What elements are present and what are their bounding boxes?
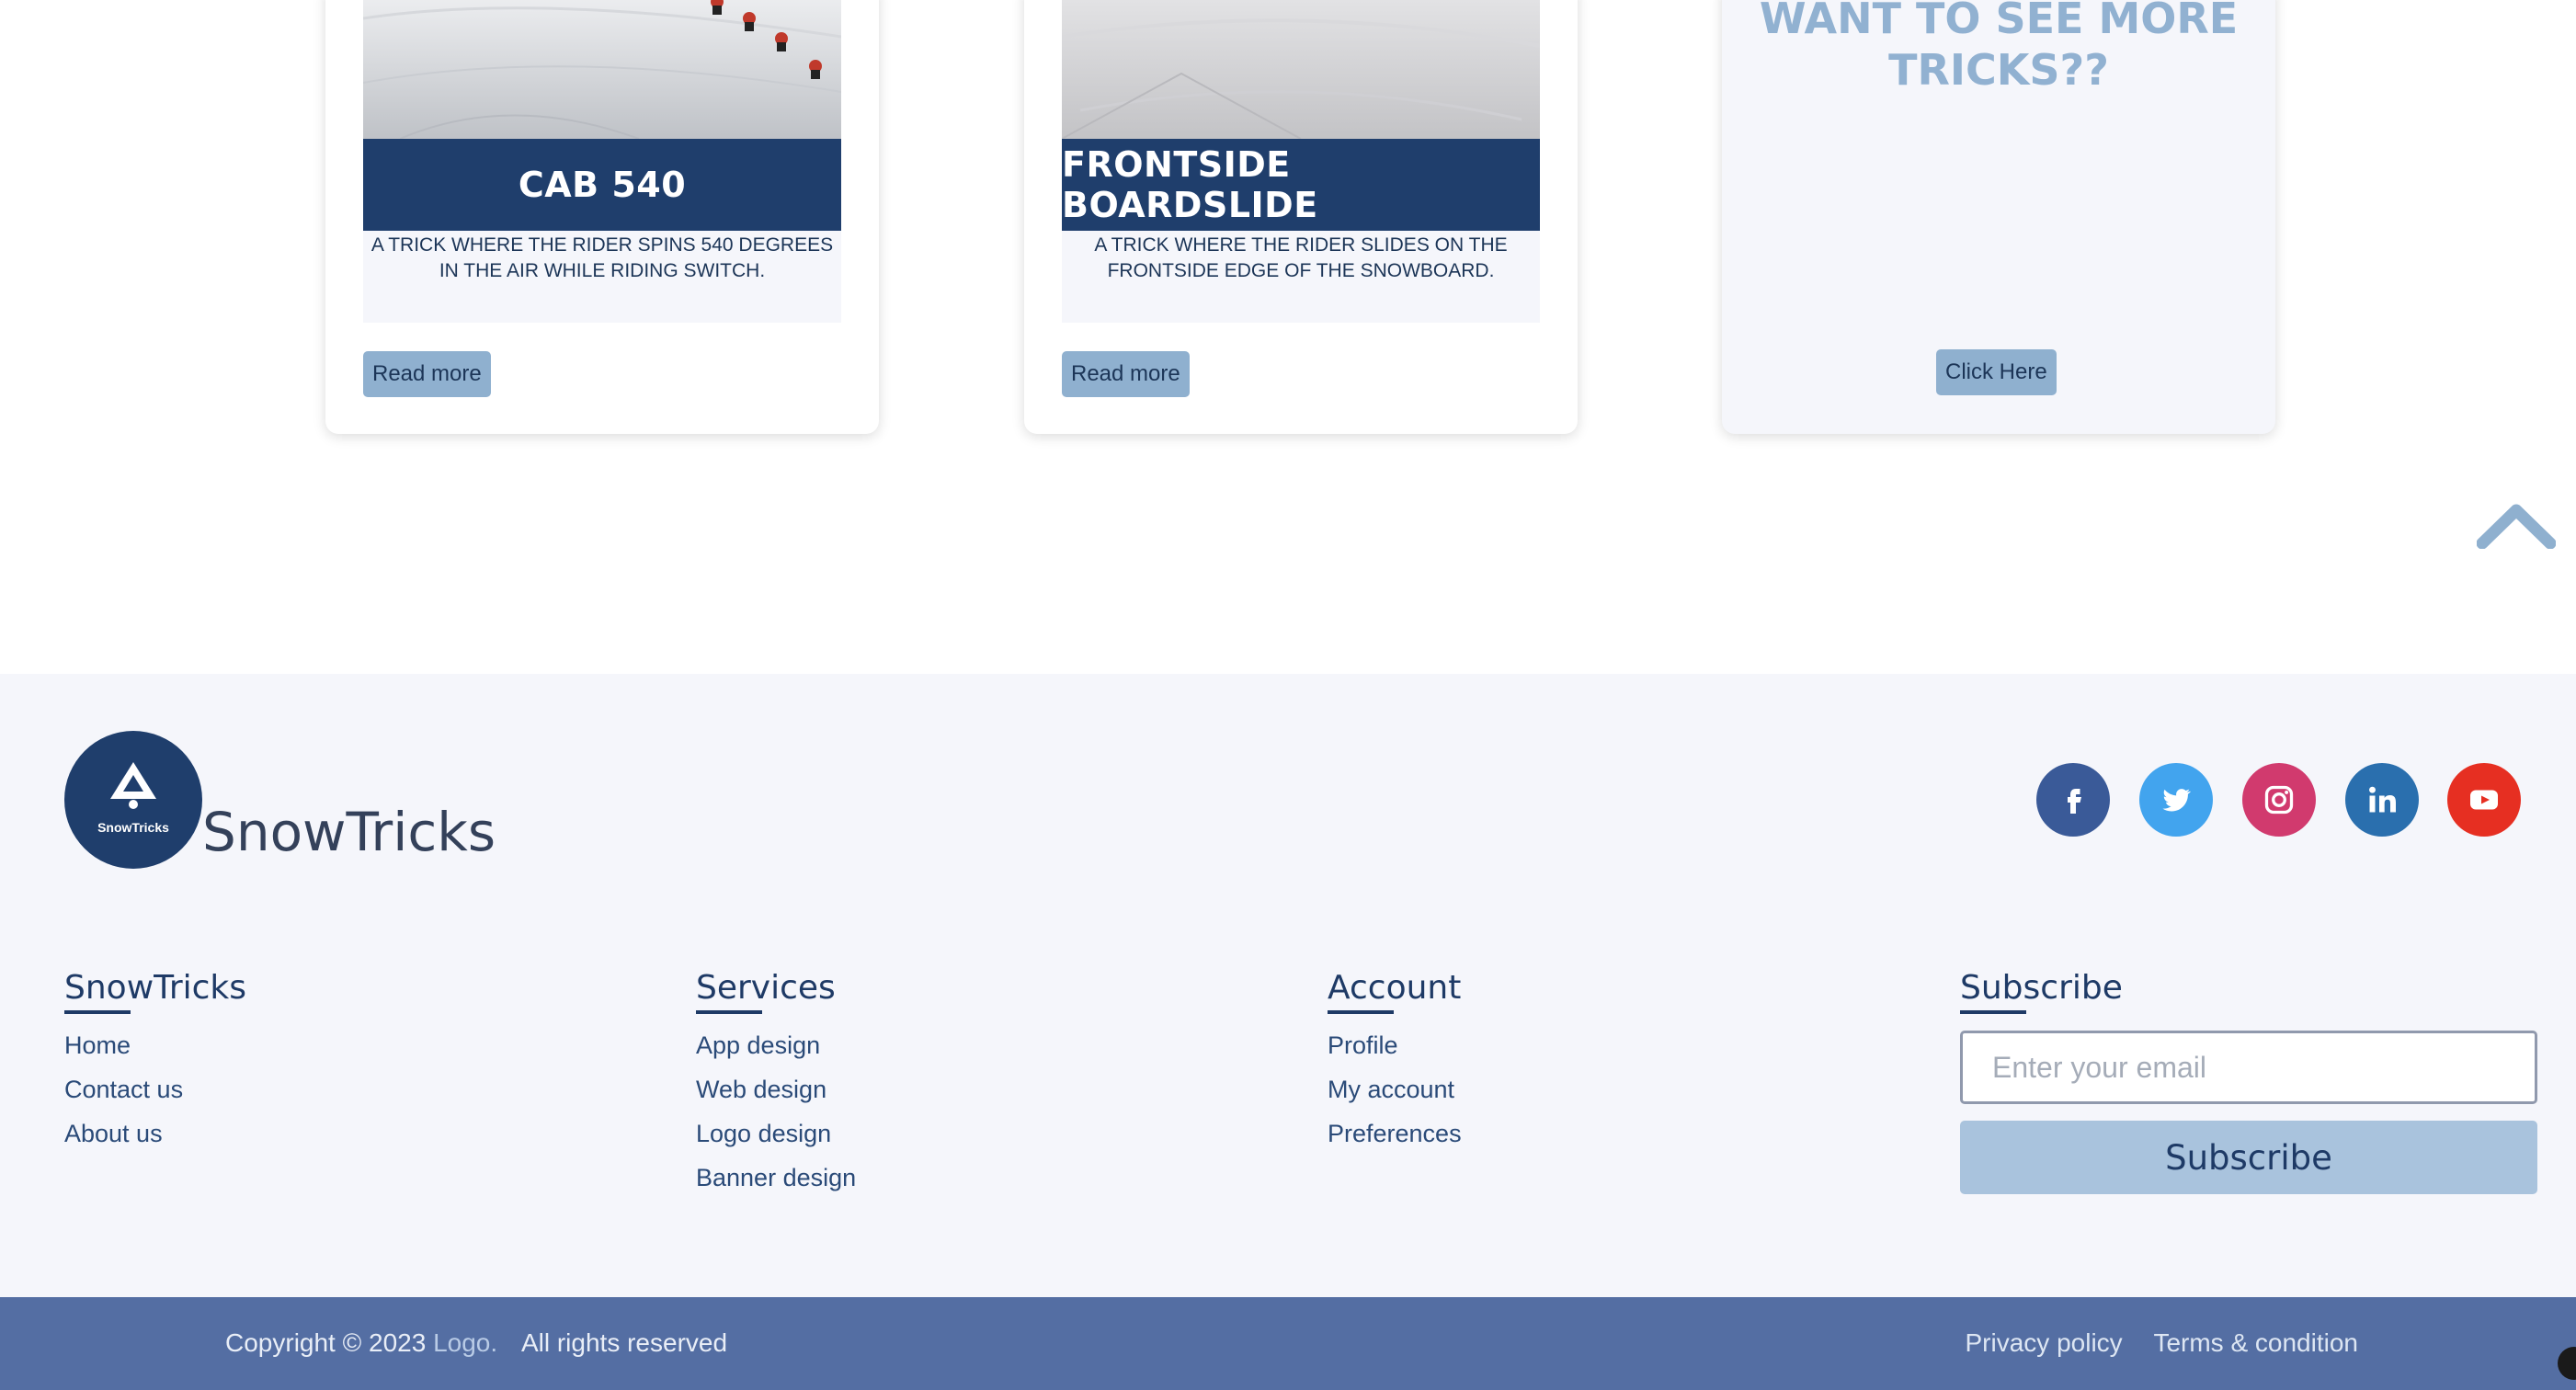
column-heading: Subscribe (1960, 969, 2123, 1007)
trick-card: CAB 540 A TRICK WHERE THE RIDER SPINS 54… (325, 0, 879, 434)
copyright: Copyright © 2023 Logo. All rights reserv… (225, 1328, 727, 1358)
trick-image (1062, 0, 1540, 139)
footer-link-logo-design[interactable]: Logo design (696, 1111, 856, 1156)
footer-link-web-design[interactable]: Web design (696, 1067, 856, 1111)
footer-link-about-us[interactable]: About us (64, 1111, 246, 1156)
heading-underline (1328, 1010, 1394, 1014)
footer-link-contact-us[interactable]: Contact us (64, 1067, 246, 1111)
footer-column-services: Services App design Web design Logo desi… (696, 970, 856, 1200)
terms-link[interactable]: Terms & condition (2153, 1328, 2358, 1357)
privacy-policy-link[interactable]: Privacy policy (1966, 1328, 2123, 1357)
read-more-button[interactable]: Read more (363, 351, 491, 397)
footer-link-home[interactable]: Home (64, 1023, 246, 1067)
trick-description: A TRICK WHERE THE RIDER SPINS 540 DEGREE… (363, 231, 841, 323)
click-here-button[interactable]: Click Here (1936, 349, 2057, 395)
logo-link[interactable]: Logo. (433, 1328, 497, 1357)
heading-underline (1960, 1010, 2026, 1014)
twitter-icon[interactable] (2139, 763, 2213, 837)
logo-text: SnowTricks (97, 820, 169, 835)
linkedin-icon[interactable] (2345, 763, 2419, 837)
subscribe-button[interactable]: Subscribe (1960, 1121, 2537, 1194)
facebook-icon[interactable] (2036, 763, 2110, 837)
youtube-icon[interactable] (2447, 763, 2521, 837)
bottom-bar: Copyright © 2023 Logo. All rights reserv… (0, 1297, 2576, 1390)
footer: SnowTricks SnowTricks SnowTricks Home Co… (0, 674, 2576, 1297)
brand-name: SnowTricks (202, 801, 496, 863)
footer-link-banner-design[interactable]: Banner design (696, 1156, 856, 1200)
footer-link-app-design[interactable]: App design (696, 1023, 856, 1067)
column-heading: Account (1328, 969, 1462, 1007)
email-field[interactable] (1960, 1031, 2537, 1104)
footer-column-snowtricks: SnowTricks Home Contact us About us (64, 970, 246, 1156)
tree-icon (110, 762, 156, 809)
footer-link-preferences[interactable]: Preferences (1328, 1111, 1462, 1156)
footer-column-subscribe: Subscribe Subscribe (1960, 969, 2537, 1194)
rights-text: All rights reserved (520, 1328, 728, 1357)
chevron-up-icon[interactable] (2477, 501, 2556, 549)
column-heading: SnowTricks (64, 969, 247, 1007)
column-heading: Services (696, 969, 836, 1007)
trick-description: A TRICK WHERE THE RIDER SLIDES ON THE FR… (1062, 231, 1540, 323)
logo[interactable]: SnowTricks (64, 731, 202, 869)
trick-title: CAB 540 (363, 139, 841, 231)
instagram-icon[interactable] (2242, 763, 2316, 837)
footer-column-account: Account Profile My account Preferences (1328, 970, 1462, 1156)
heading-underline (64, 1010, 131, 1014)
read-more-button[interactable]: Read more (1062, 351, 1190, 397)
legal-links: Privacy policy Terms & condition (1966, 1328, 2359, 1358)
copyright-text: Copyright © 2023 (225, 1328, 427, 1357)
footer-link-my-account[interactable]: My account (1328, 1067, 1462, 1111)
more-tricks-card: WANT TO SEE MORE TRICKS?? Click Here (1722, 0, 2275, 434)
trick-card: FRONTSIDE BOARDSLIDE A TRICK WHERE THE R… (1024, 0, 1578, 434)
footer-link-profile[interactable]: Profile (1328, 1023, 1462, 1067)
more-tricks-title: WANT TO SEE MORE TRICKS?? (1759, 0, 2239, 95)
trick-title: FRONTSIDE BOARDSLIDE (1062, 139, 1540, 231)
heading-underline (696, 1010, 762, 1014)
trick-image (363, 0, 841, 139)
